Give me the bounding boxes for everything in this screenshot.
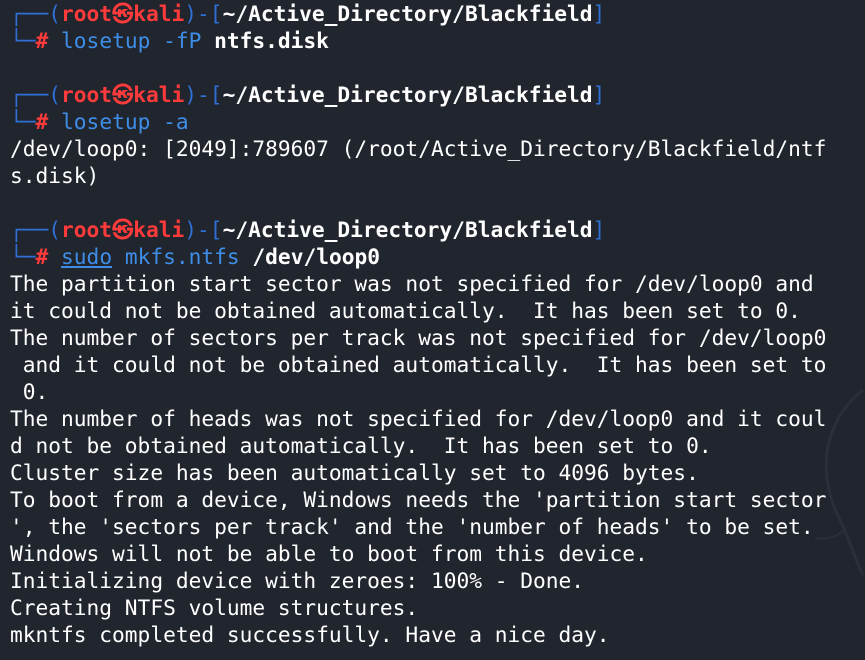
prompt-line: ┌──(root㉿kali)-[~/Active_Directory/Black…	[10, 0, 865, 27]
output-line: The number of heads was not specified fo…	[10, 406, 827, 431]
output-line: mkntfs completed successfully. Have a ni…	[10, 622, 610, 647]
prompt-corner: └─	[10, 28, 36, 53]
output-line: d not be obtained automatically. It has …	[10, 433, 712, 458]
prompt-frame-open: ┌──(	[10, 217, 62, 242]
prompt-hash: #	[35, 244, 49, 269]
prompt-host: kali	[133, 217, 185, 242]
output-line: /dev/loop0: [2049]:789607 (/root/Active_…	[10, 136, 827, 161]
prompt-cwd: ~/Active_Directory/Blackfield	[222, 217, 593, 242]
output-line: s.disk)	[10, 163, 100, 188]
command-arg: mkfs.ntfs	[124, 244, 240, 269]
prompt-frame-close: ]	[592, 217, 606, 242]
output-line: ', the 'sectors per track' and the 'numb…	[10, 514, 814, 539]
prompt-line: ┌──(root㉿kali)-[~/Active_Directory/Black…	[10, 81, 865, 108]
output-line: Initializing device with zeroes: 100% - …	[10, 568, 585, 593]
output-line: it could not be obtained automatically. …	[10, 298, 801, 323]
output-line: The partition start sector was not speci…	[10, 271, 814, 296]
prompt-line: ┌──(root㉿kali)-[~/Active_Directory/Black…	[10, 216, 865, 243]
output-line: and it could not be obtained automatical…	[10, 352, 827, 377]
prompt-user: root	[61, 1, 113, 26]
output-line: To boot from a device, Windows needs the…	[10, 487, 827, 512]
prompt-frame-mid: )-[	[184, 82, 223, 107]
skull-icon: ㉿	[112, 82, 134, 107]
output-line: Windows will not be able to boot from th…	[10, 541, 648, 566]
command-line: └─# losetup -a	[10, 108, 865, 135]
prompt-host: kali	[133, 82, 185, 107]
command-arg	[112, 244, 125, 269]
skull-icon: ㉿	[112, 217, 134, 242]
command-name: losetup	[61, 109, 151, 134]
prompt-frame-mid: )-[	[184, 217, 223, 242]
prompt-hash: #	[35, 28, 49, 53]
command-name: sudo	[61, 244, 113, 269]
prompt-hash: #	[35, 109, 49, 134]
output-line: The number of sectors per track was not …	[10, 325, 827, 350]
prompt-user: root	[61, 82, 113, 107]
prompt-corner: └─	[10, 109, 36, 134]
output-line: 0.	[10, 379, 49, 404]
command-arg: /dev/loop0	[252, 244, 380, 269]
output-line: Creating NTFS volume structures.	[10, 595, 419, 620]
prompt-frame-open: ┌──(	[10, 1, 62, 26]
prompt-host: kali	[133, 1, 185, 26]
prompt-cwd: ~/Active_Directory/Blackfield	[222, 82, 593, 107]
prompt-cwd: ~/Active_Directory/Blackfield	[222, 1, 593, 26]
command-line: └─# losetup -fP ntfs.disk	[10, 27, 865, 54]
prompt-frame-close: ]	[592, 1, 606, 26]
terminal-window[interactable]: ┌──(root㉿kali)-[~/Active_Directory/Black…	[0, 0, 865, 660]
prompt-frame-open: ┌──(	[10, 82, 62, 107]
prompt-corner: └─	[10, 244, 36, 269]
prompt-frame-close: ]	[592, 82, 606, 107]
prompt-frame-mid: )-[	[184, 1, 223, 26]
command-name: losetup	[61, 28, 151, 53]
command-line: └─# sudo mkfs.ntfs /dev/loop0	[10, 243, 865, 270]
command-arg	[240, 244, 253, 269]
command-arg: ntfs.disk	[214, 28, 329, 53]
output-line: Cluster size has been automatically set …	[10, 460, 699, 485]
skull-icon: ㉿	[112, 1, 134, 26]
command-arg: -fP	[150, 28, 215, 53]
command-arg: -a	[150, 109, 189, 134]
prompt-user: root	[61, 217, 113, 242]
